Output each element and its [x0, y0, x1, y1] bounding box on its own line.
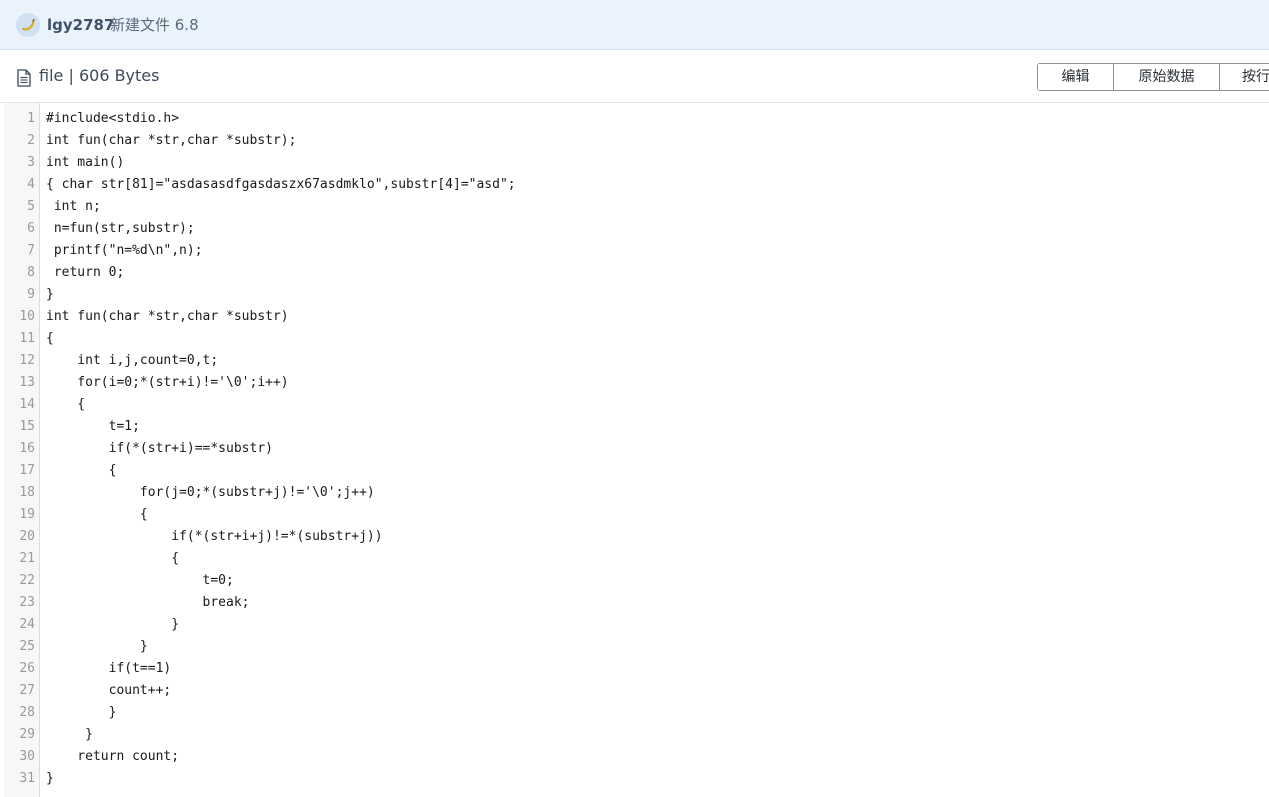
file-actions: 编辑 原始数据 按行: [1037, 63, 1269, 91]
code-line: {: [46, 507, 148, 522]
code-line: }: [46, 771, 54, 786]
file-meta: file | 606 Bytes: [39, 66, 159, 86]
wrap-lines-button[interactable]: 按行: [1220, 64, 1269, 90]
line-number: 5: [27, 199, 35, 214]
file-name: file: [39, 66, 64, 85]
line-number: 6: [27, 221, 35, 236]
line-number: 3: [27, 155, 35, 170]
file-header: file | 606 Bytes 编辑 原始数据 按行: [0, 50, 1269, 103]
banana-icon: [16, 13, 40, 37]
code-line: t=0;: [46, 573, 234, 588]
code-line: return count;: [46, 749, 180, 764]
code-line: {: [46, 463, 117, 478]
line-number: 12: [19, 353, 35, 368]
file-size: 606 Bytes: [78, 66, 160, 85]
file-icon: [16, 69, 32, 91]
raw-data-button[interactable]: 原始数据: [1114, 64, 1220, 90]
code-line: if(t==1): [46, 661, 172, 676]
avatar[interactable]: [16, 13, 40, 37]
repo-title[interactable]: 新建文件 6.8: [110, 15, 199, 35]
line-number: 25: [19, 639, 35, 654]
code-line: int i,j,count=0,t;: [46, 353, 219, 368]
line-number: 10: [19, 309, 35, 324]
code-line: int fun(char *str,char *substr);: [46, 133, 297, 148]
code-line: for(i=0;*(str+i)!='\0';i++): [46, 375, 289, 390]
line-number: 7: [27, 243, 35, 258]
edit-button[interactable]: 编辑: [1038, 64, 1114, 90]
code-line: if(*(str+i+j)!=*(substr+j)): [46, 529, 383, 544]
code-line: t=1;: [46, 419, 140, 434]
code-line: printf("n=%d\n",n);: [46, 243, 203, 258]
line-number-gutter: 1 2 3 4 5 6 7 8 9 10 11 12 13 14 15 16 17 18 19 20 21 22 23 24 2…: [4, 103, 40, 797]
code-line: {: [46, 397, 86, 412]
file-meta-separator: |: [68, 66, 74, 85]
line-number: 20: [19, 529, 35, 544]
code-line: }: [46, 727, 93, 742]
code-line: int n;: [46, 199, 101, 214]
line-number: 23: [19, 595, 35, 610]
line-number: 27: [19, 683, 35, 698]
code-line: }: [46, 287, 54, 302]
user-name[interactable]: lgy2787: [47, 15, 114, 35]
line-number: 28: [19, 705, 35, 720]
line-number: 22: [19, 573, 35, 588]
line-number: 17: [19, 463, 35, 478]
line-number: 11: [19, 331, 35, 346]
line-number: 9: [27, 287, 35, 302]
line-number: 31: [19, 771, 35, 786]
code-line: if(*(str+i)==*substr): [46, 441, 273, 456]
line-number: 4: [27, 177, 35, 192]
line-number: 14: [19, 397, 35, 412]
code-line: break;: [46, 595, 250, 610]
line-number: 13: [19, 375, 35, 390]
code-line: count++;: [46, 683, 172, 698]
line-number: 2: [27, 133, 35, 148]
code-line: n=fun(str,substr);: [46, 221, 195, 236]
code-line: {: [46, 551, 180, 566]
code-line: int fun(char *str,char *substr): [46, 309, 289, 324]
code-line: for(j=0;*(substr+j)!='\0';j++): [46, 485, 375, 500]
code-line: }: [46, 705, 117, 720]
line-number: 8: [27, 265, 35, 280]
code-line: { char str[81]="asdasasdfgasdaszx67asdmk…: [46, 177, 516, 192]
line-number: 19: [19, 507, 35, 522]
line-number: 30: [19, 749, 35, 764]
line-number: 1: [27, 111, 35, 126]
top-bar: lgy2787 新建文件 6.8: [0, 0, 1269, 50]
code-line: #include<stdio.h>: [46, 111, 180, 126]
code-line: {: [46, 331, 54, 346]
code-line: int main(): [46, 155, 125, 170]
code-line: }: [46, 639, 148, 654]
code-line: return 0;: [46, 265, 125, 280]
line-number: 21: [19, 551, 35, 566]
line-number: 24: [19, 617, 35, 632]
line-number: 18: [19, 485, 35, 500]
line-number: 16: [19, 441, 35, 456]
code-line: }: [46, 617, 180, 632]
line-number: 29: [19, 727, 35, 742]
line-number: 26: [19, 661, 35, 676]
line-number: 15: [19, 419, 35, 434]
code-viewer[interactable]: 1 2 3 4 5 6 7 8 9 10 11 12 13 14 15 16 17 18 19 20 21 22 23 24 2…: [0, 103, 1269, 797]
